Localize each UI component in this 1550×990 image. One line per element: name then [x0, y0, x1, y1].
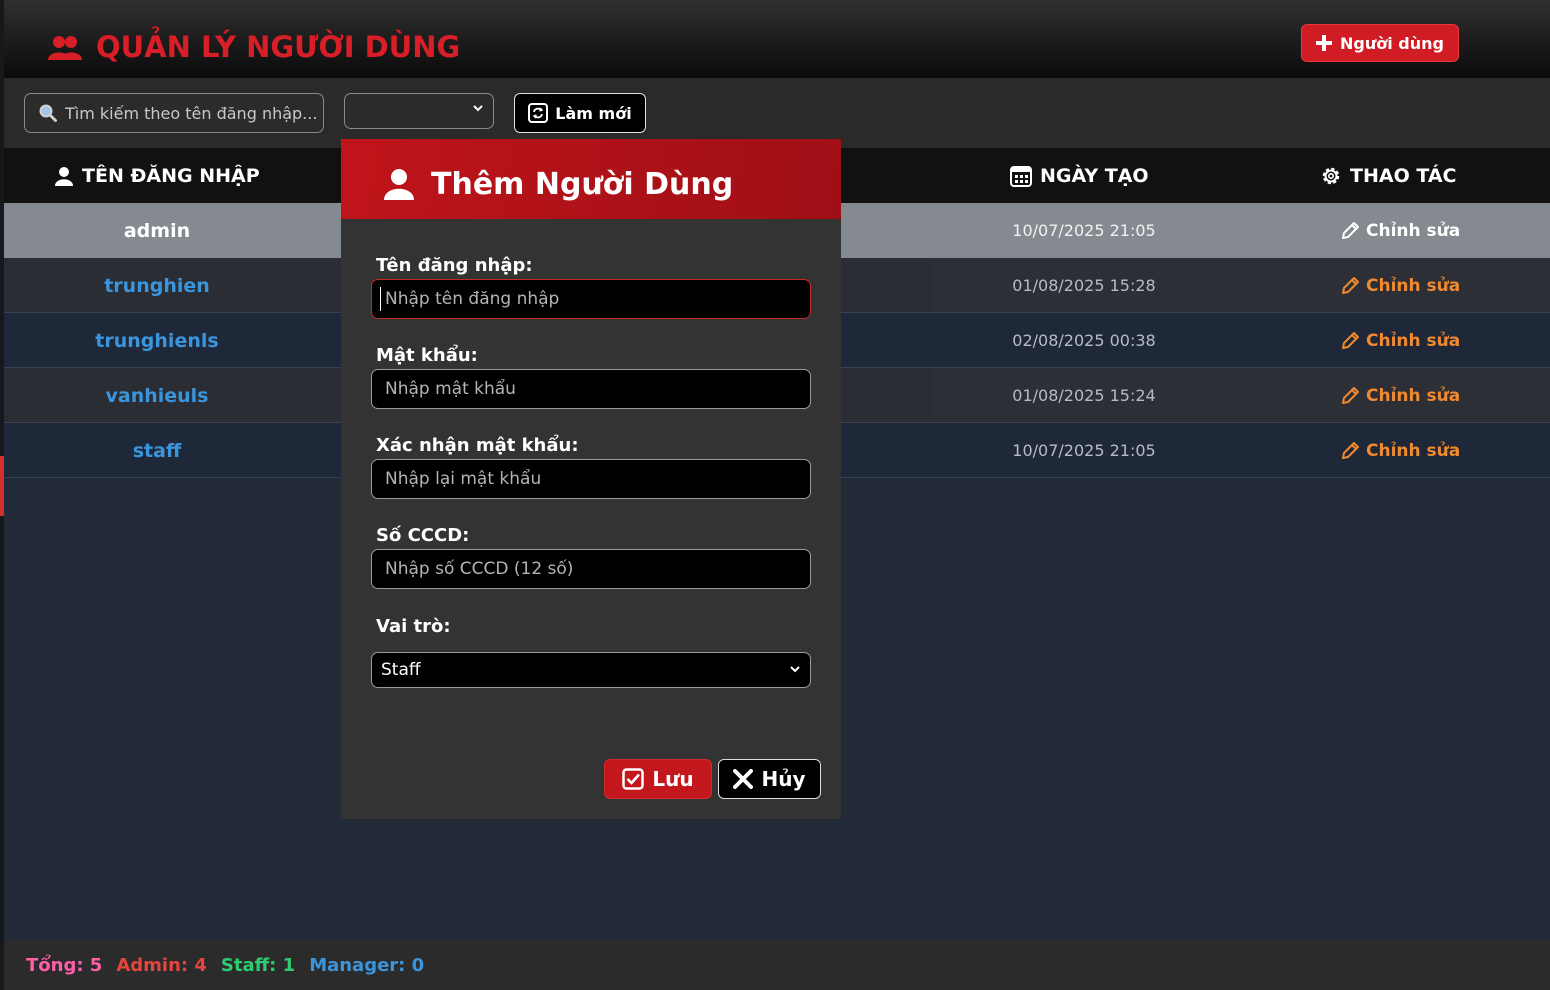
edit-button[interactable]: Chỉnh sửa	[1340, 203, 1460, 258]
add-user-dialog: Thêm Người Dùng Tên đăng nhập: Mật khẩu:…	[341, 139, 841, 819]
toolbar: Làm mới	[4, 78, 1550, 148]
row-username: vanhieuls	[105, 384, 209, 407]
edit-label: Chỉnh sửa	[1366, 385, 1461, 406]
cccd-input[interactable]	[371, 549, 811, 589]
column-header-actions-label: THAO TÁC	[1350, 164, 1457, 187]
page-title: QUẢN LÝ NGƯỜI DÙNG	[48, 30, 460, 64]
pencil-icon	[1342, 386, 1359, 404]
edit-label: Chỉnh sửa	[1366, 330, 1461, 351]
row-username: staff	[132, 439, 182, 462]
role-select-value: Staff	[381, 660, 421, 680]
column-header-actions: THAO TÁC	[1320, 148, 1456, 203]
row-created: 01/08/2025 15:24	[1012, 386, 1156, 405]
dialog-header: Thêm Người Dùng	[341, 139, 841, 219]
row-username: admin	[123, 219, 191, 242]
confirm-password-label: Xác nhận mật khẩu:	[376, 435, 579, 456]
password-input[interactable]	[371, 369, 811, 409]
add-user-button[interactable]: Người dùng	[1301, 24, 1459, 62]
cancel-label: Hủy	[761, 767, 806, 791]
search-input[interactable]	[65, 103, 320, 123]
manager-count: Manager: 0	[309, 954, 425, 976]
admin-count: Admin: 4	[116, 954, 207, 976]
edit-button[interactable]: Chỉnh sửa	[1340, 258, 1460, 313]
pencil-icon	[1342, 221, 1359, 239]
row-created: 01/08/2025 15:28	[1012, 276, 1156, 295]
refresh-button[interactable]: Làm mới	[514, 93, 646, 133]
chevron-down-icon	[473, 105, 483, 112]
username-label: Tên đăng nhập:	[376, 255, 533, 276]
add-user-label: Người dùng	[1340, 33, 1444, 53]
cancel-button[interactable]: Hủy	[718, 759, 821, 799]
refresh-icon	[528, 103, 549, 123]
cccd-label: Số CCCD:	[376, 525, 470, 546]
row-username: trunghien	[104, 274, 210, 297]
search-box[interactable]	[24, 93, 324, 133]
pencil-icon	[1342, 441, 1359, 459]
column-header-username[interactable]: TÊN ĐĂNG NHẬP	[54, 148, 260, 203]
users-icon	[48, 36, 82, 60]
user-icon	[384, 169, 414, 200]
column-header-created-label: NGÀY TẠO	[1040, 164, 1149, 187]
staff-count: Staff: 1	[220, 954, 296, 976]
edit-label: Chỉnh sửa	[1366, 220, 1461, 241]
save-button[interactable]: Lưu	[604, 759, 712, 799]
edit-button[interactable]: Chỉnh sửa	[1340, 313, 1460, 368]
pencil-icon	[1342, 331, 1359, 349]
checkbox-icon	[622, 768, 645, 790]
calendar-icon	[1010, 165, 1032, 187]
column-header-username-label: TÊN ĐĂNG NHẬP	[82, 164, 260, 187]
status-footer: Tổng: 5 Admin: 4 Staff: 1 Manager: 0	[4, 940, 1550, 990]
close-icon	[733, 769, 754, 789]
save-label: Lưu	[652, 767, 694, 791]
row-created: 02/08/2025 00:38	[1012, 331, 1156, 350]
row-created: 10/07/2025 21:05	[1012, 221, 1156, 240]
edit-label: Chỉnh sửa	[1366, 275, 1461, 296]
total-count: Tổng: 5	[26, 954, 103, 976]
gear-icon	[1322, 167, 1340, 184]
column-header-created[interactable]: NGÀY TẠO	[1010, 148, 1149, 203]
role-filter-select[interactable]	[344, 93, 494, 129]
password-label: Mật khẩu:	[376, 345, 478, 366]
confirm-password-input[interactable]	[371, 459, 811, 499]
page-title-text: QUẢN LÝ NGƯỜI DÙNG	[96, 30, 461, 64]
pencil-icon	[1342, 276, 1359, 294]
chevron-down-icon	[790, 666, 800, 673]
page-header: QUẢN LÝ NGƯỜI DÙNG Người dùng	[4, 0, 1550, 78]
role-select[interactable]: Staff	[371, 652, 811, 688]
edit-label: Chỉnh sửa	[1366, 440, 1461, 461]
role-label: Vai trò:	[376, 616, 451, 637]
edit-button[interactable]: Chỉnh sửa	[1340, 423, 1460, 478]
username-input[interactable]	[371, 279, 811, 319]
search-icon	[39, 104, 57, 122]
user-icon	[55, 166, 73, 186]
row-created: 10/07/2025 21:05	[1012, 441, 1156, 460]
refresh-label: Làm mới	[555, 103, 632, 123]
dialog-title: Thêm Người Dùng	[431, 166, 734, 202]
text-caret	[380, 287, 381, 311]
plus-icon	[1316, 35, 1333, 51]
row-username: trunghienls	[95, 329, 219, 352]
edit-button[interactable]: Chỉnh sửa	[1340, 368, 1460, 423]
